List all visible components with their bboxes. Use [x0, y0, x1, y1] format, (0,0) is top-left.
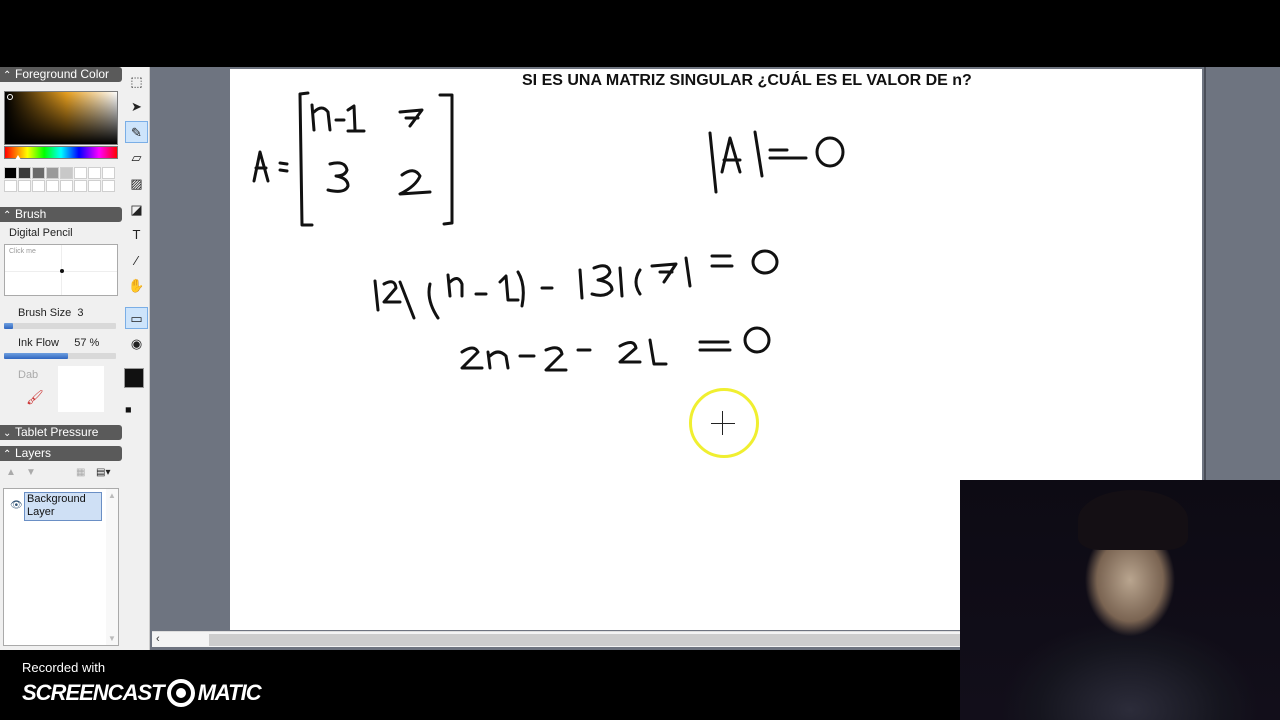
stroke-left-bracket: [298, 91, 314, 227]
stroke-zero-2: [751, 249, 779, 275]
stroke-det-A: [708, 130, 808, 194]
webcam-overlay: [960, 480, 1280, 720]
stroke-right-bracket: [438, 93, 454, 226]
brand-left: SCREENCAST: [22, 680, 165, 705]
stroke-2: [398, 169, 432, 196]
screencast-o-matic-logo: SCREENCAST MATIC: [22, 679, 262, 707]
stroke-n-minus-1: [310, 103, 366, 133]
brand-right: MATIC: [197, 680, 262, 705]
stroke-zero-3: [743, 326, 771, 354]
crosshair-cursor-icon: [711, 423, 735, 424]
stroke-7: [398, 108, 424, 128]
stroke-zero-1: [815, 136, 845, 168]
screen: ⌃ Foreground Color ⌃ Brush Digital Pencil …: [0, 0, 1280, 720]
stroke-equals-1: [278, 161, 289, 173]
webcam-person: [1078, 490, 1188, 550]
recorded-with-text: Recorded with: [22, 660, 106, 675]
stroke-3: [326, 161, 350, 193]
stroke-line3: [460, 338, 732, 372]
crosshair-cursor-icon-v: [722, 411, 723, 435]
stroke-line2: [373, 254, 734, 320]
stroke-A: [252, 150, 270, 183]
record-logo-icon: [166, 679, 195, 707]
recorder-watermark: Recorded with SCREENCAST MATIC: [22, 660, 262, 707]
